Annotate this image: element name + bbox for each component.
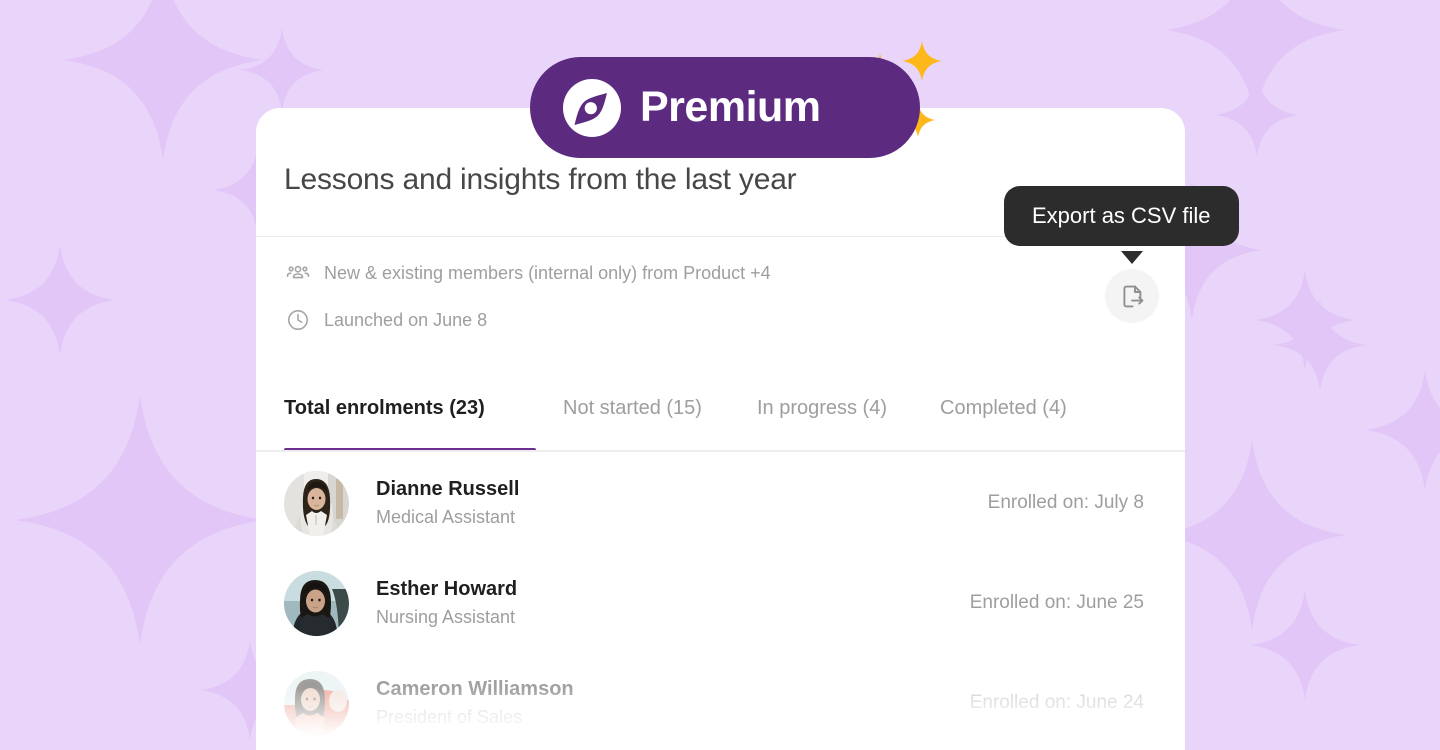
avatar-dianne-russell <box>284 470 349 536</box>
person-name: Esther Howard <box>376 578 518 600</box>
enrolled-date: Enrolled on: June 24 <box>969 692 1144 713</box>
tooltip-arrow <box>1121 251 1143 264</box>
export-csv-button[interactable] <box>1105 269 1159 323</box>
list-item[interactable]: Esther Howard Nursing Assistant Enrolled… <box>256 553 1185 653</box>
avatar-cameron-williamson <box>284 670 349 736</box>
enrolled-date: Enrolled on: July 8 <box>987 492 1144 513</box>
list-item[interactable]: Dianne Russell Medical Assistant Enrolle… <box>256 453 1185 553</box>
person-role: Medical Assistant <box>376 507 516 527</box>
enrollee-list: Dianne Russell Medical Assistant Enrolle… <box>256 453 1185 750</box>
person-role: Nursing Assistant <box>376 607 516 627</box>
tab-total-enrolments[interactable]: Total enrolments (23) <box>284 384 536 452</box>
person-info: Cameron Williamson President of Sales <box>376 678 574 728</box>
page-title: Lessons and insights from the last year <box>284 163 797 196</box>
premium-pill: Premium <box>530 57 920 158</box>
clock-icon <box>288 310 308 330</box>
person-name: Dianne Russell <box>376 478 520 500</box>
meta-members-text: New & existing members (internal only) f… <box>324 262 771 283</box>
export-file-icon <box>1122 285 1143 307</box>
premium-label: Premium <box>640 83 821 131</box>
tab-label: Not started (15) <box>563 397 702 419</box>
compass-icon <box>563 78 621 137</box>
tab-not-started[interactable]: Not started (15) <box>563 384 702 452</box>
tooltip-bubble: Export as CSV file <box>1004 186 1239 246</box>
meta-row-members: New & existing members (internal only) f… <box>286 261 771 285</box>
tab-completed[interactable]: Completed (4) <box>940 384 1067 452</box>
avatar-esther-howard <box>284 570 349 636</box>
tab-bar: Total enrolments (23) Not started (15) I… <box>256 384 1185 452</box>
people-group-icon <box>286 265 310 279</box>
tab-label: Total enrolments (23) <box>284 397 485 419</box>
person-name: Cameron Williamson <box>376 678 574 700</box>
person-info: Esther Howard Nursing Assistant <box>376 578 517 628</box>
person-role: President of Sales <box>376 707 523 727</box>
tab-in-progress[interactable]: In progress (4) <box>757 384 887 452</box>
list-item[interactable]: Cameron Williamson President of Sales En… <box>256 653 1185 750</box>
tab-label: Completed (4) <box>940 397 1067 419</box>
person-info: Dianne Russell Medical Assistant <box>376 478 519 528</box>
meta-row-launched: Launched on June 8 <box>286 308 487 332</box>
tab-bar-divider <box>256 450 1185 452</box>
tab-label: In progress (4) <box>756 397 888 419</box>
export-tooltip: Export as CSV file <box>1004 186 1239 264</box>
enrolled-date: Enrolled on: June 25 <box>969 592 1144 613</box>
meta-launched-text: Launched on June 8 <box>324 309 488 330</box>
premium-badge: Premium <box>530 41 942 158</box>
